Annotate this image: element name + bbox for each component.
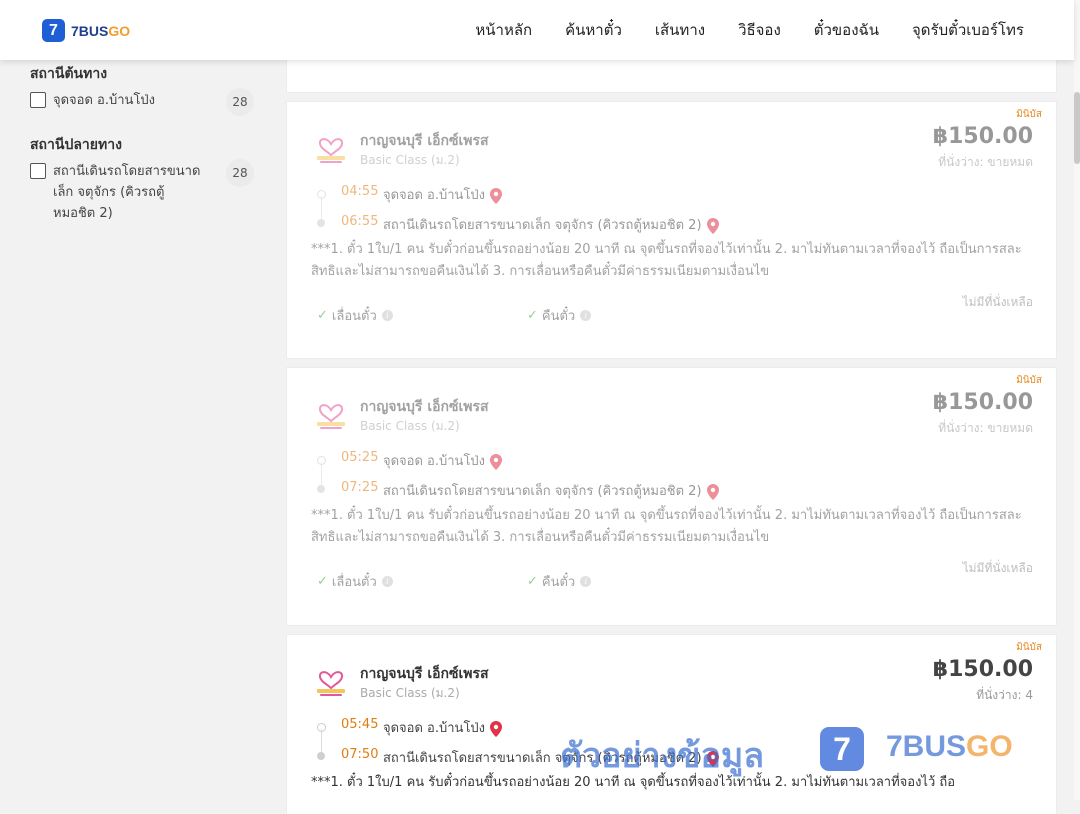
arrival-dot-icon: [317, 752, 325, 760]
arrival-stop: สถานีเดินรถโดยสารขนาดเล็ก จตุจักร (คิวรถ…: [383, 480, 719, 501]
arrival-time: 06:55: [341, 214, 379, 229]
site-logo[interactable]: 7 7BUSGO: [42, 19, 130, 42]
operator-logo-icon: [317, 404, 345, 429]
change-ticket-policy: ✓ เลื่อนตั๋ว i: [317, 571, 393, 592]
trip-card-partial: [286, 60, 1057, 93]
timeline-line: [321, 729, 322, 753]
check-icon: ✓: [527, 574, 538, 589]
map-pin-icon[interactable]: [706, 217, 719, 234]
map-pin-icon[interactable]: [490, 720, 503, 737]
arrival-time: 07:25: [341, 480, 379, 495]
trip-card[interactable]: มินิบัส กาญจนบุรี เอ็กซ์เพรส Basic Class…: [286, 101, 1057, 359]
timeline-line: [321, 196, 322, 220]
operator-name: กาญจนบุรี เอ็กซ์เพรส: [360, 133, 489, 149]
check-icon: ✓: [317, 308, 328, 323]
watermark-brand: 7BUSGO: [886, 730, 1013, 763]
seat-availability: ที่นั่งว่าง: 4: [976, 688, 1033, 702]
watermark-logo-mark: 7: [820, 727, 864, 771]
check-icon: ✓: [317, 574, 328, 589]
trip-price: ฿150.00: [932, 657, 1033, 682]
destination-checkbox[interactable]: [30, 163, 46, 179]
trip-price: ฿150.00: [932, 390, 1033, 415]
trip-conditions: ***1. ตั๋ว 1ใบ/1 คน รับตั๋วก่อนขึ้นรถอย่…: [311, 242, 1022, 279]
trip-card[interactable]: มินิบัส กาญจนบุรี เอ็กซ์เพรส Basic Class…: [286, 367, 1057, 626]
no-seats-note: ไม่มีที่นั่งเหลือ: [962, 561, 1033, 575]
no-seats-note: ไม่มีที่นั่งเหลือ: [962, 295, 1033, 309]
operator-logo-icon: [317, 138, 345, 163]
logo-mark: 7: [42, 19, 65, 42]
destination-count-badge: 28: [226, 159, 254, 187]
origin-filter-option[interactable]: จุดจอด อ.บ้านโป่ง: [30, 90, 203, 111]
arrival-dot-icon: [317, 219, 325, 227]
trip-price: ฿150.00: [932, 124, 1033, 149]
trip-card[interactable]: มินิบัส กาญจนบุรี เอ็กซ์เพรส Basic Class…: [286, 634, 1057, 814]
destination-filter-option[interactable]: สถานีเดินรถโดยสารขนาดเล็ก จตุจักร (คิวรถ…: [30, 161, 203, 224]
check-icon: ✓: [527, 308, 538, 323]
bus-class: Basic Class (ม.2): [360, 153, 460, 167]
arrival-dot-icon: [317, 485, 325, 493]
timeline-line: [321, 462, 322, 486]
bus-class: Basic Class (ม.2): [360, 686, 460, 700]
origin-count-badge: 28: [226, 88, 254, 116]
bus-type-badge: มินิบัส: [1016, 642, 1042, 653]
origin-checkbox[interactable]: [30, 92, 46, 108]
bus-type-badge: มินิบัส: [1016, 375, 1042, 386]
arrival-time: 07:50: [341, 747, 379, 762]
refund-ticket-policy: ✓ คืนตั๋ว i: [527, 571, 592, 592]
destination-filter-title: สถานีปลายทาง: [30, 137, 122, 153]
operator-name: กาญจนบุรี เอ็กซ์เพรส: [360, 666, 489, 682]
departure-time: 05:45: [341, 717, 379, 732]
destination-option-label: สถานีเดินรถโดยสารขนาดเล็ก จตุจักร (คิวรถ…: [53, 164, 201, 221]
departure-time: 04:55: [341, 184, 379, 199]
bus-type-badge: มินิบัส: [1016, 109, 1042, 120]
trip-conditions: ***1. ตั๋ว 1ใบ/1 คน รับตั๋วก่อนขึ้นรถอย่…: [311, 508, 1022, 545]
departure-time: 05:25: [341, 450, 379, 465]
bus-class: Basic Class (ม.2): [360, 419, 460, 433]
top-header: 7 7BUSGO หน้าหลัก ค้นหาตั๋ว เส้นทาง วิธี…: [0, 0, 1074, 60]
info-icon[interactable]: i: [580, 310, 592, 321]
refund-ticket-policy: ✓ คืนตั๋ว i: [527, 305, 592, 326]
main-nav: หน้าหลัก ค้นหาตั๋ว เส้นทาง วิธีจอง ตั๋วข…: [442, 0, 1024, 60]
departure-stop: จุดจอด อ.บ้านโป่ง: [383, 717, 503, 738]
info-icon[interactable]: i: [580, 576, 592, 587]
nav-my-tickets[interactable]: ตั๋วของฉัน: [814, 18, 879, 42]
logo-text: 7BUSGO: [71, 22, 131, 39]
operator-logo-icon: [317, 671, 345, 696]
arrival-stop: สถานีเดินรถโดยสารขนาดเล็ก จตุจักร (คิวรถ…: [383, 214, 719, 235]
info-icon[interactable]: i: [381, 576, 393, 587]
nav-ticket-pickup[interactable]: จุดรับตั๋วเบอร์โทร: [912, 18, 1024, 42]
info-icon[interactable]: i: [381, 310, 393, 321]
scrollbar-thumb[interactable]: [1074, 92, 1080, 164]
departure-stop: จุดจอด อ.บ้านโป่ง: [383, 184, 503, 205]
watermark-text: ตัวอย่างข้อมูล: [560, 736, 765, 776]
nav-search-ticket[interactable]: ค้นหาตั๋ว: [565, 18, 622, 42]
change-ticket-policy: ✓ เลื่อนตั๋ว i: [317, 305, 393, 326]
map-pin-icon[interactable]: [490, 187, 503, 204]
nav-home[interactable]: หน้าหลัก: [475, 18, 532, 42]
operator-name: กาญจนบุรี เอ็กซ์เพรส: [360, 399, 489, 415]
nav-routes[interactable]: เส้นทาง: [655, 18, 705, 42]
seat-availability: ที่นั่งว่าง: ขายหมด: [938, 421, 1033, 435]
departure-stop: จุดจอด อ.บ้านโป่ง: [383, 450, 503, 471]
nav-how-to-book[interactable]: วิธีจอง: [738, 18, 781, 42]
origin-option-label: จุดจอด อ.บ้านโป่ง: [53, 93, 156, 108]
origin-filter-title: สถานีต้นทาง: [30, 66, 108, 82]
map-pin-icon[interactable]: [706, 483, 719, 500]
seat-availability: ที่นั่งว่าง: ขายหมด: [938, 155, 1033, 169]
map-pin-icon[interactable]: [490, 453, 503, 470]
